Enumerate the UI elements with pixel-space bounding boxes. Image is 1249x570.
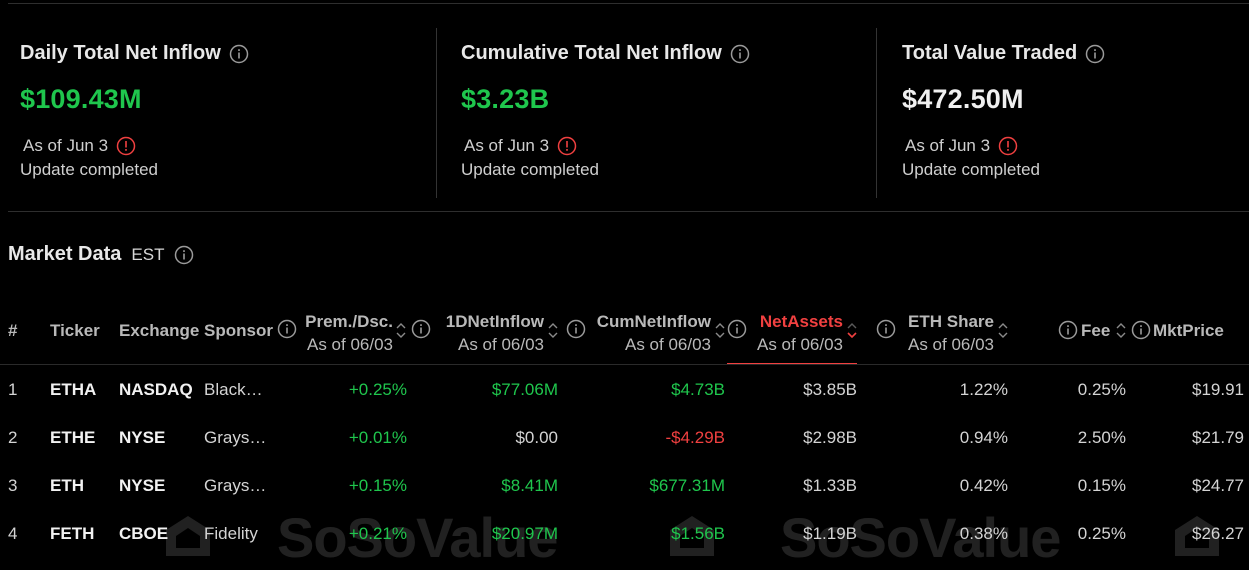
- stat-card-cumulative-net-inflow: Cumulative Total Net Inflow $3.23B As of…: [461, 42, 861, 180]
- as-of-date: As of Jun 3: [905, 136, 991, 155]
- stat-title: Total Value Traded: [902, 42, 1078, 64]
- mkt-price: $21.79: [1192, 428, 1244, 447]
- fee: 2.50%: [1077, 428, 1126, 447]
- info-icon[interactable]: [229, 44, 249, 64]
- ticker-link[interactable]: ETHE: [50, 428, 95, 448]
- fee: 0.15%: [1077, 476, 1126, 495]
- market-data-header: Market Data EST: [8, 243, 194, 266]
- ticker-link[interactable]: ETHA: [50, 380, 96, 400]
- stat-value: $109.43M: [20, 84, 142, 114]
- mkt-price: $24.77: [1192, 476, 1244, 495]
- stat-card-total-value-traded: Total Value Traded $472.50M As of Jun 3 …: [902, 42, 1242, 180]
- info-icon[interactable]: [727, 319, 747, 339]
- section-divider: [8, 211, 1249, 212]
- sort-descending-icon[interactable]: [847, 322, 857, 339]
- info-icon[interactable]: [1085, 44, 1105, 64]
- alert-icon[interactable]: [116, 136, 136, 156]
- sponsor: Fidelity: [204, 524, 258, 543]
- 1d-net-inflow: $77.06M: [491, 380, 558, 399]
- stat-value: $472.50M: [902, 84, 1024, 114]
- info-icon[interactable]: [174, 245, 194, 265]
- stat-card-daily-net-inflow: Daily Total Net Inflow $109.43M As of Ju…: [20, 42, 420, 180]
- eth-share: 0.42%: [959, 476, 1008, 495]
- prem-dsc: +0.25%: [348, 380, 407, 399]
- col-header-sponsor: Sponsor: [204, 321, 273, 340]
- exchange: NASDAQ: [119, 380, 193, 399]
- ticker-link[interactable]: FETH: [50, 524, 94, 544]
- sort-icon[interactable]: [1116, 322, 1126, 339]
- cum-net-inflow: $4.73B: [671, 380, 725, 399]
- info-icon[interactable]: [876, 319, 896, 339]
- sponsor: Grays…: [204, 428, 267, 447]
- col-header-1d-net-inflow[interactable]: 1DNetInflow As of 06/03: [432, 310, 544, 356]
- col-header-exchange: Exchange: [119, 321, 200, 340]
- net-assets: $2.98B: [803, 428, 857, 447]
- sort-icon[interactable]: [715, 322, 725, 339]
- col-header-net-assets[interactable]: NetAssets As of 06/03: [745, 310, 843, 356]
- update-status: Update completed: [902, 160, 1040, 179]
- col-header-num: #: [8, 321, 18, 340]
- row-num: 2: [8, 428, 18, 447]
- info-icon[interactable]: [566, 319, 586, 339]
- sort-icon[interactable]: [548, 322, 558, 339]
- info-icon[interactable]: [730, 44, 750, 64]
- stat-title: Daily Total Net Inflow: [20, 42, 221, 64]
- 1d-net-inflow: $20.97M: [491, 524, 558, 543]
- header-divider: [0, 364, 1249, 365]
- sponsor: Grays…: [204, 476, 267, 495]
- cum-net-inflow: $677.31M: [649, 476, 725, 495]
- as-of-date: As of Jun 3: [23, 136, 109, 155]
- top-divider: [8, 3, 1249, 4]
- card-divider: [876, 28, 877, 198]
- row-num: 1: [8, 380, 18, 399]
- net-assets: $1.19B: [803, 524, 857, 543]
- net-assets: $3.85B: [803, 380, 857, 399]
- col-header-mkt-price[interactable]: MktPrice: [1153, 319, 1224, 342]
- 1d-net-inflow: $0.00: [515, 428, 558, 447]
- col-header-eth-share[interactable]: ETH Share As of 06/03: [896, 310, 994, 356]
- net-assets: $1.33B: [803, 476, 857, 495]
- col-header-ticker: Ticker: [50, 321, 100, 340]
- prem-dsc: +0.15%: [348, 476, 407, 495]
- info-icon[interactable]: [277, 319, 297, 339]
- exchange: NYSE: [119, 428, 166, 447]
- ticker-link[interactable]: ETH: [50, 476, 84, 496]
- cum-net-inflow: $1.56B: [671, 524, 725, 543]
- alert-icon[interactable]: [557, 136, 577, 156]
- info-icon[interactable]: [1131, 320, 1151, 340]
- sort-icon[interactable]: [396, 322, 406, 339]
- exchange: NYSE: [119, 476, 166, 495]
- info-icon[interactable]: [1058, 320, 1078, 340]
- eth-share: 0.38%: [959, 524, 1008, 543]
- col-header-cum-net-inflow[interactable]: CumNetInflow As of 06/03: [588, 310, 711, 356]
- 1d-net-inflow: $8.41M: [501, 476, 558, 495]
- fee: 0.25%: [1077, 380, 1126, 399]
- stat-value: $3.23B: [461, 84, 550, 114]
- update-status: Update completed: [20, 160, 158, 179]
- row-num: 3: [8, 476, 18, 495]
- timezone-label: EST: [131, 244, 165, 264]
- exchange: CBOE: [119, 524, 169, 543]
- card-divider: [436, 28, 437, 198]
- mkt-price: $26.27: [1192, 524, 1244, 543]
- sponsor: Black…: [204, 380, 263, 399]
- mkt-price: $19.91: [1192, 380, 1244, 399]
- update-status: Update completed: [461, 160, 599, 179]
- as-of-date: As of Jun 3: [464, 136, 550, 155]
- info-icon[interactable]: [411, 319, 431, 339]
- section-title: Market Data: [8, 243, 122, 265]
- cum-net-inflow: -$4.29B: [665, 428, 725, 447]
- eth-share: 0.94%: [959, 428, 1008, 447]
- prem-dsc: +0.01%: [348, 428, 407, 447]
- eth-share: 1.22%: [959, 380, 1008, 399]
- col-header-prem[interactable]: Prem./Dsc. As of 06/03: [297, 310, 393, 356]
- fee: 0.25%: [1077, 524, 1126, 543]
- col-header-fee[interactable]: Fee: [1081, 319, 1110, 342]
- stat-title: Cumulative Total Net Inflow: [461, 42, 722, 64]
- alert-icon[interactable]: [998, 136, 1018, 156]
- prem-dsc: +0.21%: [348, 524, 407, 543]
- sort-icon[interactable]: [998, 322, 1008, 339]
- row-num: 4: [8, 524, 18, 543]
